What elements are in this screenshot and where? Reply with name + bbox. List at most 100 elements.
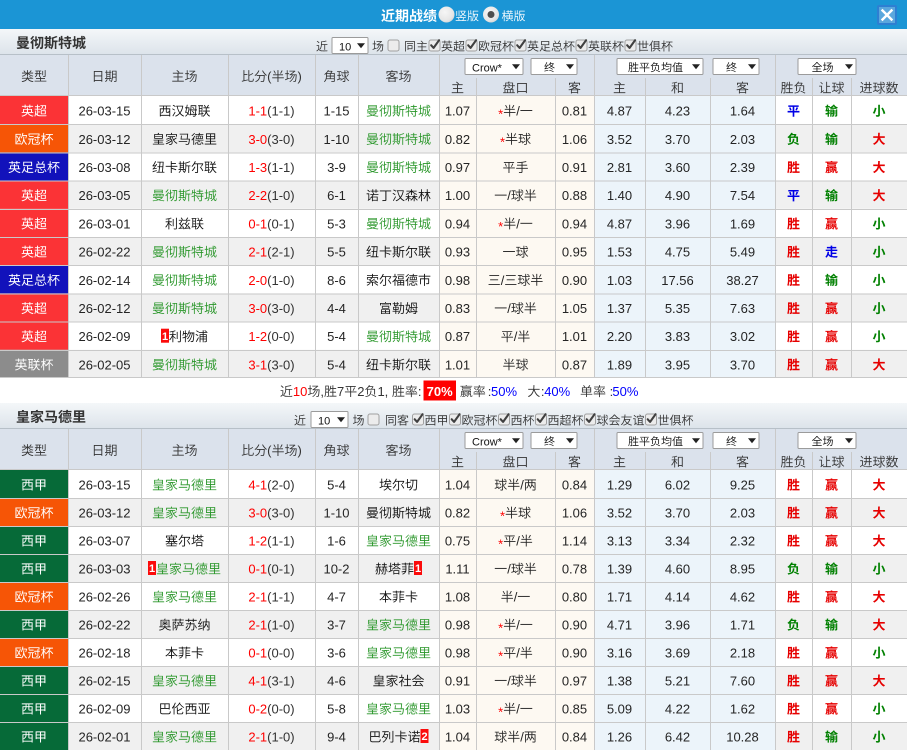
svg-text:70%: 70% (427, 384, 453, 399)
svg-text:1-2: 1-2 (248, 533, 267, 548)
svg-text:5-4: 5-4 (327, 477, 346, 492)
svg-text:/: / (520, 729, 524, 744)
svg-text:1.62: 1.62 (730, 701, 755, 716)
svg-text:(1-1): (1-1) (267, 589, 294, 604)
svg-text:5.35: 5.35 (665, 301, 690, 316)
svg-text:3-6: 3-6 (327, 645, 346, 660)
svg-text:/: / (520, 477, 524, 492)
svg-text:/: / (516, 216, 520, 231)
svg-text:(0-0): (0-0) (267, 645, 294, 660)
svg-text:/: / (507, 188, 511, 203)
svg-text:,: , (320, 384, 324, 399)
svg-text:2.32: 2.32 (730, 533, 755, 548)
svg-text:1.11: 1.11 (445, 561, 469, 576)
svg-text:0.91: 0.91 (445, 673, 470, 688)
svg-text:): ) (298, 443, 302, 458)
svg-text:40%: 40% (544, 384, 570, 399)
svg-text:1.26: 1.26 (607, 729, 632, 744)
svg-text:1: 1 (149, 563, 155, 575)
svg-text:3.83: 3.83 (665, 329, 690, 344)
svg-text:26-03-15: 26-03-15 (78, 104, 130, 119)
svg-text:0.94: 0.94 (445, 216, 470, 231)
svg-text:26-02-05: 26-02-05 (78, 357, 130, 372)
svg-text:1,: 1, (377, 384, 391, 399)
svg-text:0.90: 0.90 (562, 617, 587, 632)
svg-text:3.96: 3.96 (665, 216, 690, 231)
svg-text:/: / (516, 645, 520, 660)
svg-text:(: ( (267, 443, 272, 458)
svg-text:3-9: 3-9 (327, 160, 346, 175)
svg-text:0.82: 0.82 (445, 132, 470, 147)
svg-text:0.75: 0.75 (445, 533, 470, 548)
svg-text:9-4: 9-4 (327, 729, 346, 744)
svg-text:(3-0): (3-0) (267, 132, 294, 147)
svg-text:4-6: 4-6 (327, 673, 346, 688)
svg-text:4.75: 4.75 (665, 245, 690, 260)
svg-text:1-1: 1-1 (248, 104, 267, 119)
svg-text:26-03-12: 26-03-12 (78, 505, 130, 520)
svg-text:0.95: 0.95 (562, 245, 587, 260)
svg-text:0-1: 0-1 (248, 645, 267, 660)
svg-text:4.90: 4.90 (665, 188, 690, 203)
svg-text:*: * (498, 620, 503, 635)
svg-text:0.93: 0.93 (445, 245, 470, 260)
svg-text:2-2: 2-2 (248, 188, 267, 203)
svg-text:0.81: 0.81 (562, 104, 587, 119)
svg-text:26-02-22: 26-02-22 (78, 245, 130, 260)
svg-text:2.81: 2.81 (607, 160, 632, 175)
svg-text:5-4: 5-4 (327, 357, 346, 372)
svg-text:1.05: 1.05 (562, 301, 587, 316)
svg-text:2.03: 2.03 (730, 132, 755, 147)
svg-text:1.01: 1.01 (562, 329, 587, 344)
svg-text:*: * (498, 536, 503, 551)
svg-text:2: 2 (421, 731, 427, 743)
svg-text:1.06: 1.06 (562, 132, 587, 147)
svg-text:5.09: 5.09 (607, 701, 632, 716)
svg-text:/: / (516, 701, 520, 716)
svg-text:0.84: 0.84 (562, 729, 587, 744)
svg-text:(3-0): (3-0) (267, 301, 294, 316)
svg-text:3-0: 3-0 (248, 132, 267, 147)
svg-text:3.13: 3.13 (607, 533, 632, 548)
svg-text:0.98: 0.98 (445, 645, 470, 660)
svg-text:3.70: 3.70 (665, 132, 690, 147)
svg-text:1.03: 1.03 (445, 701, 470, 716)
svg-text:/: / (516, 533, 520, 548)
svg-text:5-5: 5-5 (327, 245, 346, 260)
svg-text:6-1: 6-1 (327, 188, 346, 203)
svg-text:4.71: 4.71 (607, 617, 632, 632)
svg-text:Crow*: Crow* (472, 62, 503, 74)
svg-text:7: 7 (337, 384, 344, 399)
svg-text:1-10: 1-10 (323, 132, 349, 147)
svg-text:0-1: 0-1 (248, 561, 267, 576)
svg-text:/: / (507, 301, 511, 316)
svg-text:(2-1): (2-1) (267, 245, 294, 260)
svg-text:0-1: 0-1 (248, 216, 267, 231)
svg-text:5.49: 5.49 (730, 245, 755, 260)
svg-text:1.07: 1.07 (445, 104, 470, 119)
svg-text:26-02-09: 26-02-09 (78, 701, 130, 716)
svg-text:(0-1): (0-1) (267, 216, 294, 231)
svg-text:1.08: 1.08 (445, 589, 470, 604)
svg-text:4.14: 4.14 (665, 589, 690, 604)
svg-text:(3-0): (3-0) (267, 357, 294, 372)
svg-text:6.02: 6.02 (665, 477, 690, 492)
svg-text:7.54: 7.54 (730, 188, 755, 203)
svg-text:7.63: 7.63 (730, 301, 755, 316)
svg-text:(1-0): (1-0) (267, 273, 294, 288)
svg-text:17.56: 17.56 (661, 273, 694, 288)
svg-text:1.04: 1.04 (445, 729, 470, 744)
svg-text:(3-0): (3-0) (267, 505, 294, 520)
svg-text:3-7: 3-7 (327, 617, 346, 632)
svg-text::: : (418, 384, 422, 399)
svg-text:3.70: 3.70 (730, 357, 755, 372)
svg-text:26-02-12: 26-02-12 (78, 301, 130, 316)
svg-text:/: / (514, 589, 518, 604)
svg-text:1.06: 1.06 (562, 505, 587, 520)
svg-text:3.60: 3.60 (665, 160, 690, 175)
svg-text:38.27: 38.27 (726, 273, 759, 288)
svg-text:3.34: 3.34 (665, 533, 690, 548)
svg-text:0.97: 0.97 (445, 160, 470, 175)
svg-text:10: 10 (293, 384, 307, 399)
svg-text:1.64: 1.64 (730, 104, 755, 119)
